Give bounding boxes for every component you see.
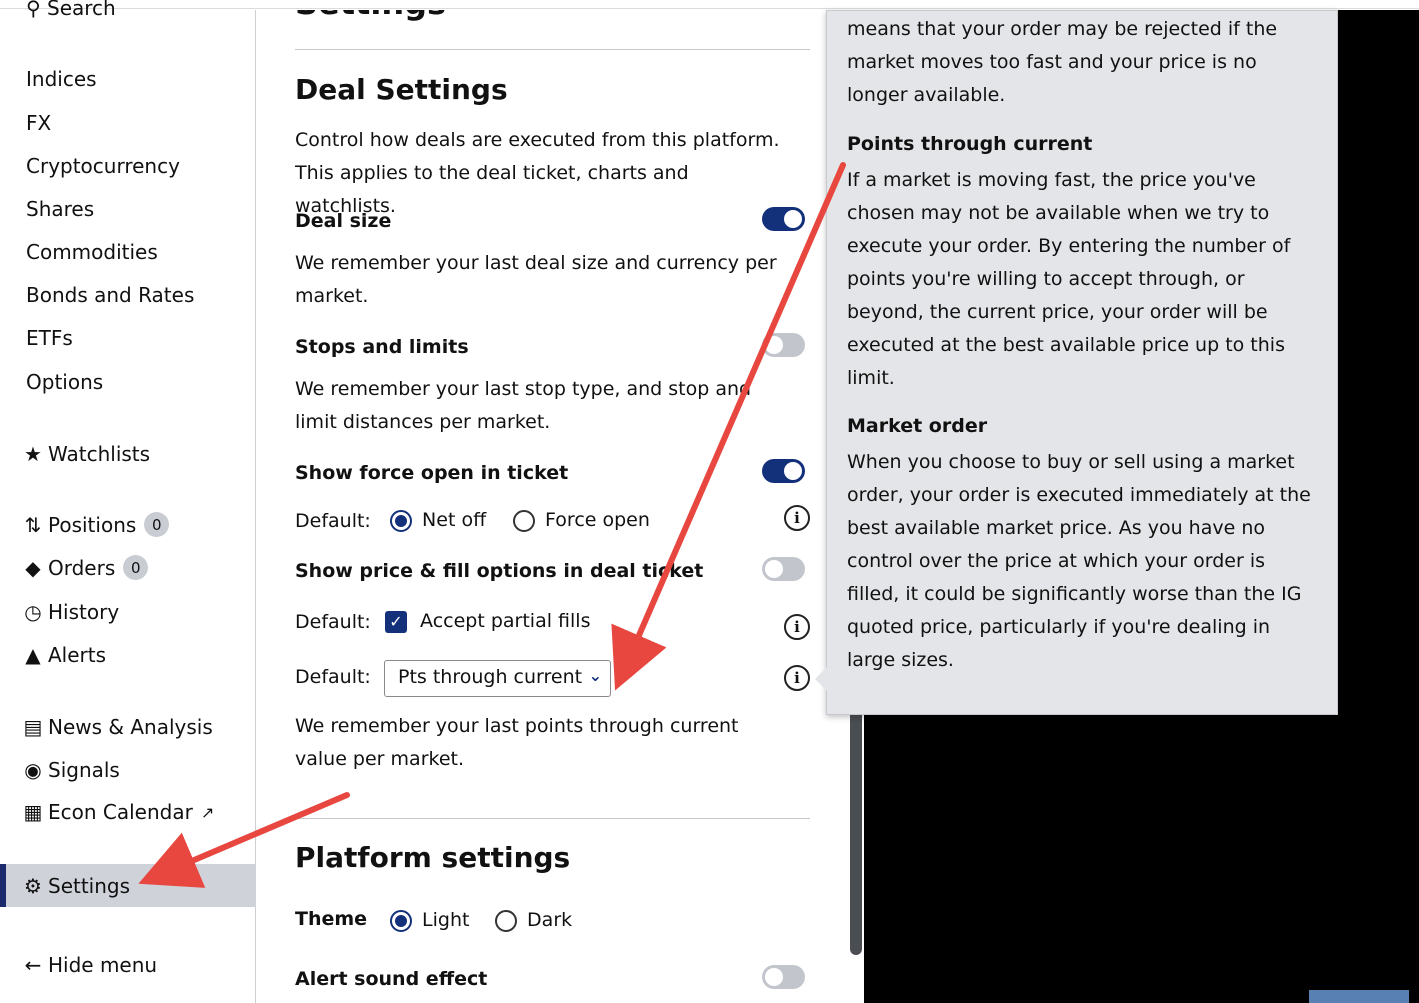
force-open-radio-dot[interactable] — [513, 509, 535, 532]
chevron-down-icon: ⌄ — [588, 666, 602, 685]
up-down-arrows-icon: ⇅ — [24, 512, 42, 537]
partial-fills-default-label: Default: — [295, 611, 371, 633]
calendar-icon: ▦ — [23, 800, 43, 824]
order-type-tooltip: means that your order may be rejected if… — [815, 10, 1338, 715]
sidebar-search[interactable]: ⚲ Search — [26, 0, 116, 20]
sidebar-item-commodities[interactable]: Commodities — [26, 240, 158, 264]
search-icon: ⚲ — [26, 0, 41, 20]
info-icon-active[interactable]: i — [784, 665, 810, 691]
sidebar-item-fx[interactable]: FX — [26, 111, 51, 135]
tag-icon: ◆ — [25, 555, 41, 580]
sidebar-item-cryptocurrency[interactable]: Cryptocurrency — [26, 154, 180, 178]
alert-sound-toggle[interactable] — [762, 965, 805, 989]
hide-menu-button[interactable]: ← Hide menu — [25, 953, 157, 977]
browser-top-edge — [0, 0, 1419, 9]
theme-dark-radio-dot[interactable] — [495, 909, 517, 932]
sidebar-item-options[interactable]: Options — [26, 370, 103, 394]
sidebar-item-positions[interactable]: ⇅ Positions 0 — [25, 512, 170, 537]
deal-size-label: Deal size — [295, 210, 392, 232]
force-open-toggle[interactable] — [762, 459, 805, 483]
sidebar-item-econ-calendar[interactable]: ▦ Econ Calendar ↗ — [24, 800, 215, 824]
divider — [295, 49, 810, 50]
tooltip-pointer — [815, 667, 827, 691]
newspaper-icon: ▤ — [23, 715, 43, 739]
force-open-label: Show force open in ticket — [295, 462, 569, 484]
order-type-select[interactable]: Pts through current ⌄ — [384, 660, 611, 697]
info-icon[interactable]: i — [784, 505, 810, 531]
tooltip-title: Market order — [847, 415, 988, 437]
stops-limits-desc: We remember your last stop type, and sto… — [295, 378, 752, 433]
order-type-default-label: Default: — [295, 666, 371, 688]
deal-size-toggle[interactable] — [762, 207, 805, 231]
sidebar-item-history[interactable]: ◷ History — [24, 600, 119, 624]
alert-sound-label: Alert sound effect — [295, 968, 488, 990]
tooltip-paragraph: means that your order may be rejected if… — [847, 18, 1278, 106]
tooltip-title: Points through current — [847, 133, 1093, 155]
info-icon[interactable]: i — [784, 614, 810, 640]
stops-limits-toggle[interactable] — [762, 333, 805, 357]
sidebar: ⚲ Search Indices FX Cryptocurrency Share… — [0, 0, 256, 1003]
net-off-radio[interactable]: Net off — [390, 509, 486, 532]
price-fill-toggle[interactable] — [762, 557, 805, 581]
platform-settings-heading: Platform settings — [295, 841, 571, 874]
sidebar-item-indices[interactable]: Indices — [26, 67, 97, 91]
star-icon: ★ — [24, 442, 42, 466]
divider — [295, 818, 810, 819]
gear-icon: ⚙ — [24, 874, 42, 898]
arrow-left-icon: ← — [24, 953, 42, 977]
external-link-icon: ↗ — [200, 802, 215, 822]
sidebar-item-orders[interactable]: ◆ Orders 0 — [25, 555, 149, 580]
sidebar-item-watchlists[interactable]: ★ Watchlists — [24, 442, 150, 466]
deal-size-desc: We remember your last deal size and curr… — [295, 252, 777, 307]
tooltip-paragraph: When you choose to buy or sell using a m… — [847, 451, 1311, 671]
sidebar-item-news[interactable]: ▤ News & Analysis — [24, 715, 213, 739]
price-fill-label: Show price & fill options in deal ticket — [295, 560, 704, 582]
chart-strip — [1309, 990, 1409, 1003]
net-off-radio-dot[interactable] — [390, 509, 412, 532]
force-open-radio[interactable]: Force open — [513, 509, 650, 532]
deal-settings-heading: Deal Settings — [295, 73, 508, 106]
theme-light-radio[interactable]: Light — [390, 909, 469, 932]
tooltip-paragraph: If a market is moving fast, the price yo… — [847, 169, 1291, 389]
checkmark-icon[interactable]: ✓ — [385, 610, 407, 633]
page-title: Settings — [295, 10, 446, 22]
settings-panel: Settings Deal Settings Control how deals… — [257, 10, 849, 1003]
sidebar-item-shares[interactable]: Shares — [26, 197, 94, 221]
history-clock-icon: ◷ — [24, 600, 42, 624]
accept-partial-fills-checkbox[interactable]: ✓ Accept partial fills — [385, 610, 590, 633]
sidebar-item-settings[interactable]: ⚙ Settings — [24, 874, 130, 898]
order-type-desc: We remember your last points through cur… — [295, 715, 739, 770]
deal-settings-intro: Control how deals are executed from this… — [295, 129, 780, 217]
theme-label: Theme — [295, 908, 368, 930]
sidebar-item-signals[interactable]: ◉ Signals — [24, 758, 120, 782]
theme-light-radio-dot[interactable] — [390, 909, 412, 932]
sidebar-item-etfs[interactable]: ETFs — [26, 326, 73, 350]
orders-count-badge: 0 — [123, 555, 149, 580]
positions-count-badge: 0 — [144, 512, 170, 537]
sidebar-item-alerts[interactable]: ▲ Alerts — [25, 643, 106, 667]
force-open-default-label: Default: — [295, 510, 371, 532]
theme-dark-radio[interactable]: Dark — [495, 909, 572, 932]
signal-broadcast-icon: ◉ — [24, 758, 42, 782]
sidebar-item-bonds-rates[interactable]: Bonds and Rates — [26, 283, 194, 307]
stops-limits-label: Stops and limits — [295, 336, 469, 358]
warning-triangle-icon: ▲ — [25, 643, 41, 667]
